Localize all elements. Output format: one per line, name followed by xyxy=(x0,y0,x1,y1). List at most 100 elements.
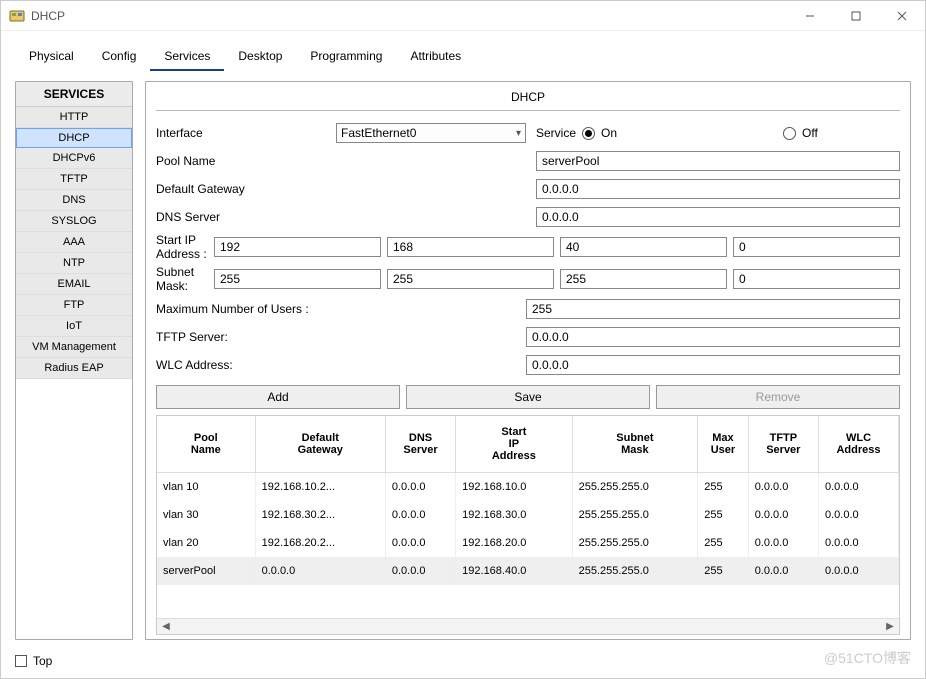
start-ip-octet-1[interactable] xyxy=(214,237,381,257)
remove-button[interactable]: Remove xyxy=(656,385,900,409)
off-label: Off xyxy=(802,126,818,140)
col-header-4[interactable]: SubnetMask xyxy=(572,416,698,473)
scroll-right-icon[interactable]: ▶ xyxy=(883,621,897,632)
sidebar-item-ntp[interactable]: NTP xyxy=(16,253,132,274)
table-row[interactable]: vlan 30192.168.30.2...0.0.0.0192.168.30.… xyxy=(157,501,899,529)
cell-tftp: 0.0.0.0 xyxy=(748,529,818,557)
col-header-6[interactable]: TFTPServer xyxy=(748,416,818,473)
cell-start: 192.168.20.0 xyxy=(456,529,572,557)
col-header-5[interactable]: MaxUser xyxy=(698,416,748,473)
watermark: @51CTO博客 xyxy=(824,648,911,668)
cell-max: 255 xyxy=(698,529,748,557)
tab-physical[interactable]: Physical xyxy=(15,43,88,73)
subnet-octet-3[interactable] xyxy=(560,269,727,289)
main-pane: DHCP Interface FastEthernet0 ▾ Service O… xyxy=(145,81,911,640)
pool-name-label: Pool Name xyxy=(156,154,336,168)
start-ip-octet-4[interactable] xyxy=(733,237,900,257)
add-button[interactable]: Add xyxy=(156,385,400,409)
sidebar-header: SERVICES xyxy=(16,82,132,107)
cell-pool: vlan 30 xyxy=(157,501,255,529)
col-header-1[interactable]: DefaultGateway xyxy=(255,416,385,473)
cell-pool: serverPool xyxy=(157,557,255,585)
on-label: On xyxy=(601,126,617,140)
start-ip-octet-2[interactable] xyxy=(387,237,554,257)
dns-server-label: DNS Server xyxy=(156,210,336,224)
sidebar-item-radius-eap[interactable]: Radius EAP xyxy=(16,358,132,379)
close-button[interactable] xyxy=(879,1,925,31)
pool-name-input[interactable] xyxy=(536,151,900,171)
tab-services[interactable]: Services xyxy=(150,43,224,73)
minimize-button[interactable] xyxy=(787,1,833,31)
scroll-left-icon[interactable]: ◀ xyxy=(159,621,173,632)
col-header-3[interactable]: StartIPAddress xyxy=(456,416,572,473)
col-header-2[interactable]: DNSServer xyxy=(385,416,455,473)
sidebar-item-aaa[interactable]: AAA xyxy=(16,232,132,253)
interface-label: Interface xyxy=(156,126,336,140)
cell-mask: 255.255.255.0 xyxy=(572,529,698,557)
titlebar: DHCP xyxy=(1,1,925,31)
max-users-label: Maximum Number of Users : xyxy=(156,302,526,316)
top-label: Top xyxy=(33,654,52,668)
cell-start: 192.168.30.0 xyxy=(456,501,572,529)
radio-on[interactable] xyxy=(582,127,595,140)
cell-start: 192.168.10.0 xyxy=(456,473,572,502)
dns-server-input[interactable] xyxy=(536,207,900,227)
tab-config[interactable]: Config xyxy=(88,43,151,73)
top-checkbox[interactable] xyxy=(15,655,27,667)
table-row[interactable]: serverPool0.0.0.00.0.0.0192.168.40.0255.… xyxy=(157,557,899,585)
cell-dns: 0.0.0.0 xyxy=(385,529,455,557)
start-ip-label: Start IP Address : xyxy=(156,233,214,261)
col-header-0[interactable]: PoolName xyxy=(157,416,255,473)
cell-start: 192.168.40.0 xyxy=(456,557,572,585)
default-gateway-label: Default Gateway xyxy=(156,182,336,196)
pool-table: PoolNameDefaultGatewayDNSServerStartIPAd… xyxy=(156,415,900,635)
wlc-label: WLC Address: xyxy=(156,358,526,372)
pane-title: DHCP xyxy=(156,86,900,110)
wlc-input[interactable] xyxy=(526,355,900,375)
horizontal-scrollbar[interactable]: ◀ ▶ xyxy=(157,618,899,634)
cell-dns: 0.0.0.0 xyxy=(385,473,455,502)
sidebar-item-dhcp[interactable]: DHCP xyxy=(16,128,132,148)
subnet-label: Subnet Mask: xyxy=(156,265,214,293)
cell-wlc: 0.0.0.0 xyxy=(819,501,899,529)
cell-max: 255 xyxy=(698,473,748,502)
subnet-octet-4[interactable] xyxy=(733,269,900,289)
interface-value: FastEthernet0 xyxy=(341,126,416,140)
service-label: Service xyxy=(536,126,576,140)
tab-programming[interactable]: Programming xyxy=(296,43,396,73)
tab-desktop[interactable]: Desktop xyxy=(224,43,296,73)
table-row[interactable]: vlan 10192.168.10.2...0.0.0.0192.168.10.… xyxy=(157,473,899,502)
sidebar-item-iot[interactable]: IoT xyxy=(16,316,132,337)
cell-gw: 192.168.20.2... xyxy=(255,529,385,557)
cell-pool: vlan 10 xyxy=(157,473,255,502)
cell-tftp: 0.0.0.0 xyxy=(748,501,818,529)
sidebar-item-vm-management[interactable]: VM Management xyxy=(16,337,132,358)
cell-dns: 0.0.0.0 xyxy=(385,557,455,585)
services-sidebar: SERVICES HTTPDHCPDHCPv6TFTPDNSSYSLOGAAAN… xyxy=(15,81,133,640)
tftp-input[interactable] xyxy=(526,327,900,347)
save-button[interactable]: Save xyxy=(406,385,650,409)
subnet-octet-2[interactable] xyxy=(387,269,554,289)
max-users-input[interactable] xyxy=(526,299,900,319)
sidebar-item-http[interactable]: HTTP xyxy=(16,107,132,128)
maximize-button[interactable] xyxy=(833,1,879,31)
table-row[interactable]: vlan 20192.168.20.2...0.0.0.0192.168.20.… xyxy=(157,529,899,557)
sidebar-item-dns[interactable]: DNS xyxy=(16,190,132,211)
cell-gw: 192.168.10.2... xyxy=(255,473,385,502)
tab-attributes[interactable]: Attributes xyxy=(396,43,475,73)
sidebar-item-email[interactable]: EMAIL xyxy=(16,274,132,295)
radio-off[interactable] xyxy=(783,127,796,140)
sidebar-item-syslog[interactable]: SYSLOG xyxy=(16,211,132,232)
cell-gw: 0.0.0.0 xyxy=(255,557,385,585)
default-gateway-input[interactable] xyxy=(536,179,900,199)
sidebar-item-dhcpv6[interactable]: DHCPv6 xyxy=(16,148,132,169)
interface-select[interactable]: FastEthernet0 ▾ xyxy=(336,123,526,143)
cell-dns: 0.0.0.0 xyxy=(385,501,455,529)
cell-wlc: 0.0.0.0 xyxy=(819,473,899,502)
start-ip-octet-3[interactable] xyxy=(560,237,727,257)
subnet-octet-1[interactable] xyxy=(214,269,381,289)
tabbar: PhysicalConfigServicesDesktopProgramming… xyxy=(1,31,925,73)
col-header-7[interactable]: WLCAddress xyxy=(819,416,899,473)
sidebar-item-ftp[interactable]: FTP xyxy=(16,295,132,316)
sidebar-item-tftp[interactable]: TFTP xyxy=(16,169,132,190)
